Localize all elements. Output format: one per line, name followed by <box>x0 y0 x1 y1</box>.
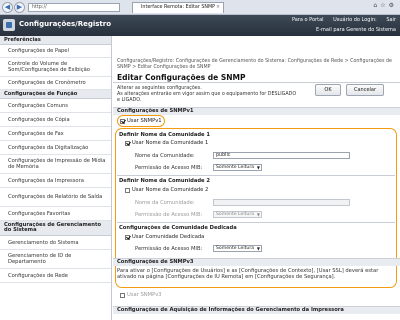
sidebar: Preferências Configurações de Papel Cont… <box>0 36 112 320</box>
sidebar-item-network[interactable]: Configurações de Rede <box>0 269 111 283</box>
sidebar-item-favorites[interactable]: Configurações Favoritas <box>0 207 111 221</box>
app-title: Configurações/Registro <box>19 20 112 28</box>
header-links: Para o Portal Usuário do Login: Sair <box>284 17 396 23</box>
main-content: Configurações/Registro: Configurações de… <box>113 36 400 320</box>
note-line-2: As alterações entrarão em vigor assim qu… <box>117 92 297 103</box>
sidebar-item-scan[interactable]: Configurações da Digitalização <box>0 141 111 155</box>
snmpv3-note: Para ativar o [Configurações de Usuários… <box>117 268 379 280</box>
sidebar-heading-system: Configurações de Gerenciamento do Sistem… <box>0 221 111 236</box>
breadcrumb: Configurações/Registro: Configurações de… <box>117 59 392 70</box>
apply-note: Alterar as seguintes configurações. As a… <box>117 86 297 104</box>
sidebar-item-timer[interactable]: Configurações de Cronômetro <box>0 77 111 90</box>
cancel-button[interactable]: Cancelar <box>346 84 384 96</box>
community1-access-value: Somente Leitura <box>216 165 255 170</box>
window-controls[interactable]: ⌂☆⚙ <box>373 2 397 9</box>
sidebar-item-fax[interactable]: Configurações de Fax <box>0 127 111 141</box>
sidebar-item-report[interactable]: Configurações de Relatório de Saída <box>0 188 111 207</box>
checkbox-checked-icon[interactable] <box>125 234 130 240</box>
checkbox-unchecked-icon[interactable] <box>125 187 130 193</box>
sidebar-item-dept-id[interactable]: Gerenciamento de ID de Departamento <box>0 250 111 269</box>
sidebar-item-printer[interactable]: Configurações da Impressora <box>0 174 111 188</box>
tab-title: Interface Remota: Editar SNMP <box>141 5 216 10</box>
address-bar[interactable]: http:// <box>28 3 120 12</box>
snmpv1-highlight <box>117 115 165 127</box>
divider <box>117 222 395 223</box>
dedicated-access-value: Somente Leitura <box>216 246 255 251</box>
checkbox-unchecked-icon[interactable] <box>120 292 125 298</box>
sidebar-item-memory-print[interactable]: Configurações de Impressão de Mídia de M… <box>0 155 111 174</box>
snmpv3-section-heading: Configurações de SNMPv3 <box>113 258 400 266</box>
community1-name-input[interactable]: public <box>213 152 350 159</box>
community1-name-label: Nome da Comunidade: <box>135 153 195 159</box>
app-header: Configurações/Registro Para o Portal Usu… <box>0 15 400 36</box>
dedicated-access-select[interactable]: Somente Leitura ▼ <box>213 245 262 252</box>
community1-access-label: Permissão de Acesso MIB: <box>135 165 203 171</box>
divider <box>117 175 395 176</box>
dedicated-heading: Configurações de Comunidade Dedicada <box>119 225 237 231</box>
portal-link[interactable]: Para o Portal <box>292 17 324 23</box>
use-community1-label: Usar Nome da Comunidade 1 <box>132 140 209 146</box>
chevron-down-icon: ▼ <box>256 212 260 217</box>
use-community2-label: Usar Nome da Comunidade 2 <box>132 187 209 193</box>
use-snmpv3-label: Usar SNMPv3 <box>127 292 162 298</box>
printer-info-section-heading: Configurações de Aquisição de Informaçõe… <box>113 306 400 314</box>
community2-name-input[interactable] <box>213 199 350 206</box>
mail-admin-link[interactable]: E-mail para Gerente do Sistema <box>316 27 396 33</box>
sidebar-heading-preferences: Preferências <box>0 36 111 45</box>
use-snmpv3-checkbox[interactable]: Usar SNMPv3 <box>120 292 162 298</box>
community2-access-select[interactable]: Somente Leitura ▼ <box>213 211 262 218</box>
sidebar-heading-function: Configurações de Função <box>0 90 111 99</box>
snmpv1-section-heading: Configurações de SNMPv1 <box>113 107 400 115</box>
community2-access-label: Permissão de Acesso MIB: <box>135 212 203 218</box>
back-icon[interactable]: ◀ <box>2 2 13 13</box>
use-community1-checkbox[interactable]: Usar Nome da Comunidade 1 <box>125 140 208 146</box>
checkbox-checked-icon[interactable] <box>125 140 130 146</box>
community2-access-value: Somente Leitura <box>216 212 255 217</box>
dedicated-access-label: Permissão de Acesso MIB: <box>135 246 203 252</box>
chevron-down-icon: ▼ <box>256 246 260 251</box>
community1-access-select[interactable]: Somente Leitura ▼ <box>213 164 262 171</box>
use-community2-checkbox[interactable]: Usar Nome da Comunidade 2 <box>125 187 208 193</box>
logout-link[interactable]: Sair <box>386 17 396 23</box>
community2-heading: Definir Nome da Comunidade 2 <box>119 178 210 184</box>
sidebar-item-system-mgmt[interactable]: Gerenciamento do Sistema <box>0 236 111 250</box>
use-dedicated-checkbox[interactable]: Usar Comunidade Dedicada <box>125 234 204 240</box>
title-divider <box>113 82 400 83</box>
login-user-label: Usuário do Login: <box>333 17 377 23</box>
ok-button[interactable]: OK <box>315 84 341 96</box>
page-title: Editar Configurações de SNMP <box>117 73 246 82</box>
community2-name-label: Nome da Comunidade: <box>135 200 195 206</box>
browser-toolbar: ◀ ▶ http:// Interface Remota: Editar SNM… <box>0 0 400 15</box>
settings-app-icon <box>3 19 15 31</box>
close-tab-icon[interactable]: × <box>216 3 220 13</box>
sidebar-item-paper[interactable]: Configurações de Papel <box>0 45 111 58</box>
chevron-down-icon: ▼ <box>256 165 260 170</box>
browser-tab[interactable]: Interface Remota: Editar SNMP × <box>132 2 224 13</box>
forward-icon[interactable]: ▶ <box>14 2 25 13</box>
sidebar-item-common[interactable]: Configurações Comuns <box>0 99 111 113</box>
community1-heading: Definir Nome da Comunidade 1 <box>119 132 210 138</box>
sidebar-item-copy[interactable]: Configurações de Cópia <box>0 113 111 127</box>
sidebar-item-volume-display[interactable]: Controle do Volume de Som/Configurações … <box>0 58 111 77</box>
use-dedicated-label: Usar Comunidade Dedicada <box>132 234 205 240</box>
